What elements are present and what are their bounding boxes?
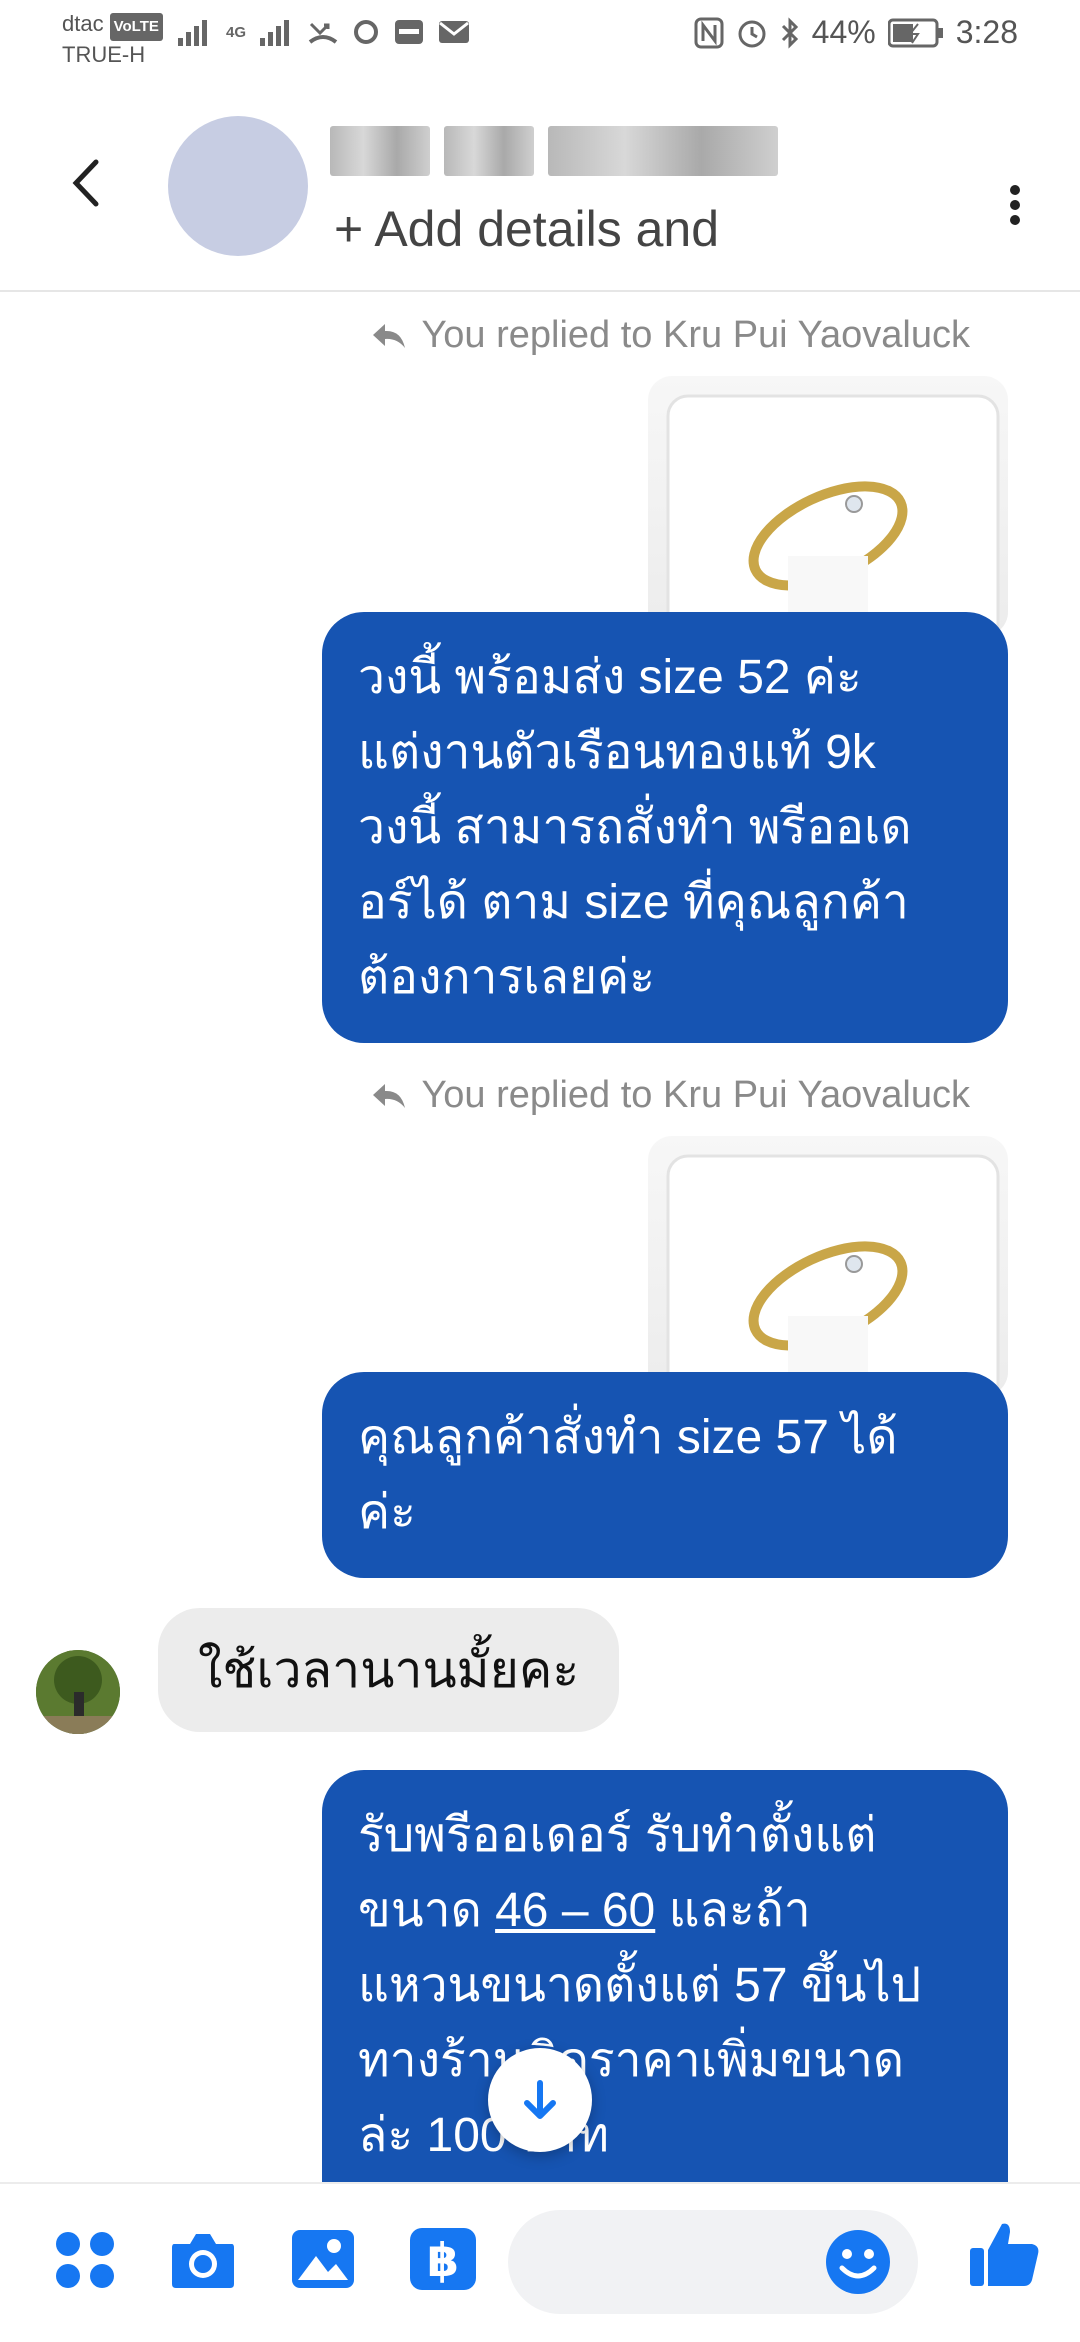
svg-text:฿: ฿	[427, 2233, 459, 2287]
scroll-to-bottom-button[interactable]	[488, 2048, 592, 2152]
payment-button[interactable]: ฿	[408, 2224, 478, 2294]
reply-label: You replied to Kru Pui Yaovaluck	[371, 314, 970, 357]
status-icons-left: 4G	[178, 18, 470, 46]
message-input[interactable]	[508, 2210, 918, 2314]
volte-badge: VoLTE	[109, 13, 163, 41]
bluetooth-icon	[781, 16, 798, 49]
more-vertical-icon	[1010, 185, 1020, 225]
message-composer: ฿	[0, 2182, 1080, 2342]
baht-icon: ฿	[410, 2228, 476, 2290]
camera-icon	[172, 2234, 234, 2288]
add-details-link[interactable]: + Add details and	[334, 200, 719, 258]
apps-button[interactable]	[50, 2224, 120, 2294]
battery-percent: 44%	[811, 14, 876, 50]
reply-label-text: You replied to Kru Pui Yaovaluck	[421, 1074, 970, 1116]
ring-image	[666, 1154, 1000, 1396]
contact-avatar[interactable]	[168, 116, 308, 256]
reply-label-text: You replied to Kru Pui Yaovaluck	[421, 314, 970, 356]
chevron-left-icon	[72, 159, 99, 207]
signal-icon	[178, 20, 207, 46]
app-notification-icon	[395, 20, 424, 44]
signal-icon-2	[260, 20, 290, 46]
replied-image-thumbnail[interactable]	[648, 1136, 1008, 1396]
reply-icon	[373, 1083, 406, 1108]
message-line: ล่ะ 100 บาท	[358, 2109, 610, 2162]
message-line: ขนาด 46 – 60 และถ้า	[358, 1873, 972, 1948]
camera-button[interactable]	[168, 2224, 238, 2294]
message-line: แหวนขนาดตั้งแต่ 57 ขึ้นไป	[358, 1959, 922, 2012]
missed-call-icon	[308, 22, 338, 44]
incoming-message[interactable]: ใช้เวลานานมั้ยคะ	[158, 1608, 620, 1732]
alarm-icon	[738, 20, 766, 47]
avatar-photo	[36, 1650, 120, 1734]
status-icons-right: 44% 3:28	[694, 14, 1018, 51]
contact-name-blurred[interactable]	[330, 126, 780, 178]
reply-label: You replied to Kru Pui Yaovaluck	[371, 1074, 970, 1117]
message-text: และถ้า	[655, 1884, 811, 1937]
back-button[interactable]	[62, 148, 112, 218]
message-text: ขนาด	[358, 1884, 496, 1937]
nfc-icon	[694, 17, 724, 48]
replied-image-thumbnail[interactable]	[648, 376, 1008, 636]
carrier-name-2: TRUE-H	[62, 42, 146, 67]
status-bar: dtac VoLTE TRUE-H 4G 44% 3:28	[0, 0, 1080, 78]
outgoing-message[interactable]: วงนี้ พร้อมส่ง size 52 ค่ะ แต่งานตัวเรือ…	[322, 612, 1008, 1043]
more-options-button[interactable]	[1000, 160, 1030, 250]
battery-icon	[887, 18, 943, 47]
gallery-button[interactable]	[288, 2224, 358, 2294]
sync-icon	[354, 20, 379, 44]
ring-image	[666, 394, 1000, 636]
like-button[interactable]	[966, 2216, 1042, 2292]
carrier-name: dtac	[62, 11, 104, 36]
reply-icon	[373, 323, 406, 348]
mail-icon	[439, 21, 470, 43]
image-icon	[292, 2230, 354, 2288]
size-range-link[interactable]: 46 – 60	[495, 1884, 655, 1937]
sender-avatar[interactable]	[36, 1650, 120, 1734]
outgoing-message[interactable]: คุณลูกค้าสั่งทำ size 57 ได้ ค่ะ	[322, 1372, 1008, 1578]
network-type: 4G	[226, 23, 247, 41]
outgoing-message[interactable]: รับพรีออเดอร์ รับทำตั้งแต่ ขนาด 46 – 60 …	[322, 1770, 1008, 2240]
smiley-icon	[826, 2230, 890, 2294]
conversation-header: + Add details and	[0, 78, 1080, 292]
four-dots-icon	[56, 2232, 114, 2288]
thumbs-up-icon	[970, 2223, 1039, 2286]
arrow-down-icon	[524, 2080, 556, 2119]
carrier-info: dtac VoLTE TRUE-H	[62, 10, 163, 69]
message-line: รับพรีออเดอร์ รับทำตั้งแต่	[358, 1809, 877, 1862]
message-line: ทางร้านคิดราคาเพิ่มขนาด	[358, 2034, 905, 2087]
clock: 3:28	[955, 14, 1018, 50]
emoji-button[interactable]	[824, 2228, 892, 2296]
